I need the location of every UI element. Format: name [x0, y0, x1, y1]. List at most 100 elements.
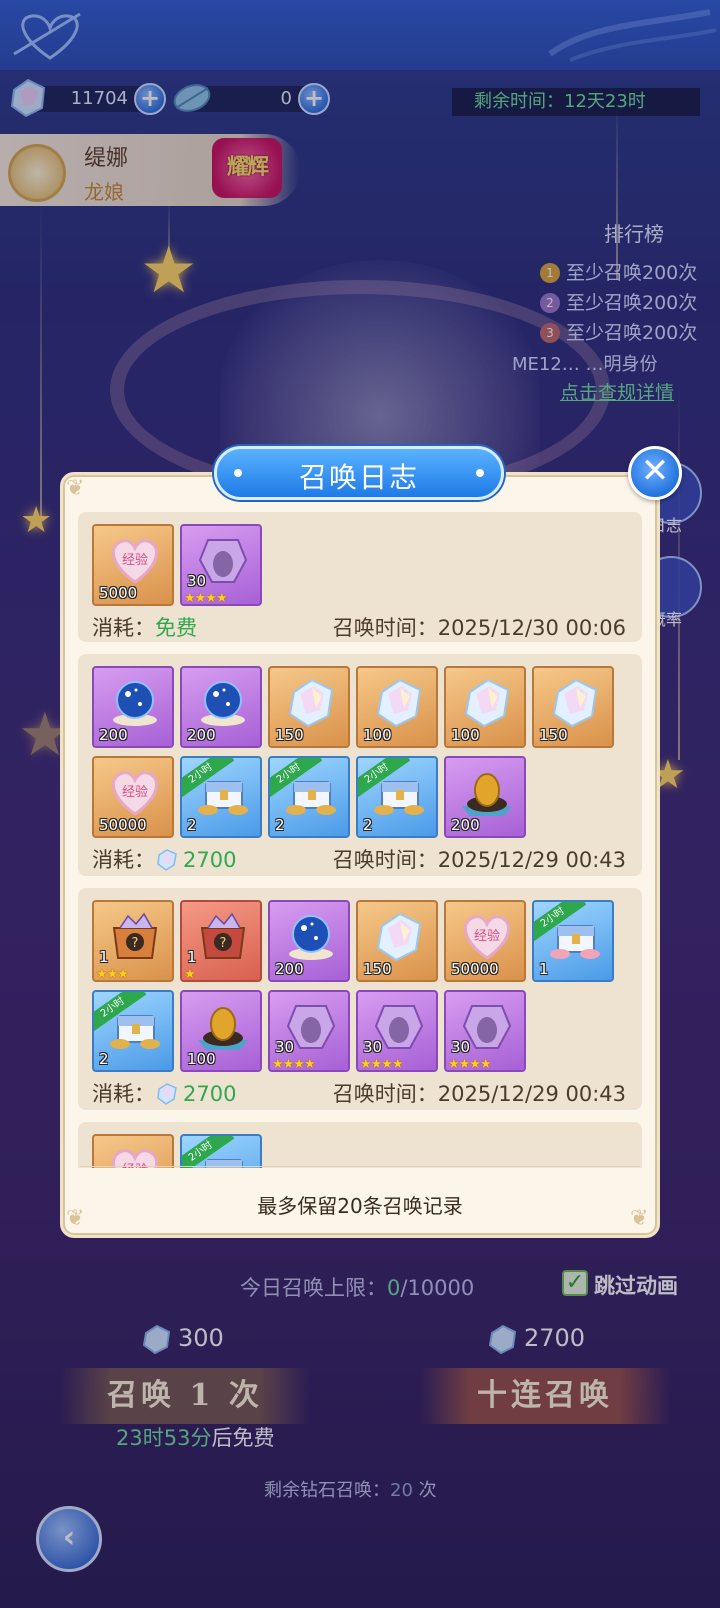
- item-quantity: 150: [275, 726, 304, 744]
- item-quantity: 30: [187, 572, 207, 590]
- reward-item-diamond[interactable]: 150: [532, 666, 614, 748]
- star-orb-icon: [201, 681, 245, 726]
- cost-value: 2700: [183, 1082, 237, 1106]
- summon-time: 召唤时间：2025/12/29 00:43: [333, 844, 626, 874]
- reward-item-mystery-box[interactable]: ? 1 ★★★: [92, 900, 174, 982]
- item-quantity: 2: [99, 1050, 109, 1068]
- cost-label: 消耗：: [92, 1082, 155, 1106]
- svg-text:经验: 经验: [122, 784, 148, 800]
- reward-item-purple-crystal[interactable]: 30 ★★★★: [356, 990, 438, 1072]
- reward-item-diamond[interactable]: 100: [356, 666, 438, 748]
- item-quantity: 100: [451, 726, 480, 744]
- svg-text:经验: 经验: [122, 552, 148, 568]
- reward-item-purple-crystal[interactable]: 30 ★★★★: [268, 990, 350, 1072]
- cost-info: 消耗： 2700: [92, 844, 236, 874]
- reward-item-purple-crystal[interactable]: 30 ★★★★: [444, 990, 526, 1072]
- item-quantity: 1: [539, 960, 549, 978]
- diamond-icon: [157, 1083, 177, 1105]
- reward-item-golden-egg[interactable]: 100: [180, 990, 262, 1072]
- reward-item-exp-heart[interactable]: 经验 50000: [92, 756, 174, 838]
- summon-log-entry: ? 1 ★★★? 1 ★ 200 150 经验 50000 2小时 1 2小时 2 100 30 ★★★★ 30…: [78, 888, 642, 1110]
- reward-item-star-orb[interactable]: 200: [180, 666, 262, 748]
- item-quantity: 100: [187, 1050, 216, 1068]
- cost-info: 消耗：免费: [92, 612, 197, 642]
- svg-text:经验: 经验: [474, 928, 500, 944]
- golden-egg-icon: [462, 773, 512, 816]
- mystery-box-icon: ?: [112, 912, 158, 959]
- item-quantity: 5000: [99, 584, 138, 602]
- exp-heart-icon: 经验: [463, 915, 511, 960]
- reward-item-treasure-chest[interactable]: 2小时 2: [356, 756, 438, 838]
- reward-item-star-orb[interactable]: 200: [268, 900, 350, 982]
- reward-item-diamond[interactable]: 150: [356, 900, 438, 982]
- item-quantity: 30: [451, 1038, 471, 1056]
- summon-time-value: 2025/12/29 00:43: [437, 848, 626, 872]
- item-quantity: 100: [363, 726, 392, 744]
- item-quantity: 200: [187, 726, 216, 744]
- summon-time-label: 召唤时间：: [332, 1082, 438, 1106]
- reward-item-diamond[interactable]: 100: [444, 666, 526, 748]
- item-quantity: 2: [187, 816, 197, 834]
- diamond-icon: [288, 678, 334, 728]
- reward-item-exp-heart[interactable]: 经验 50000: [444, 900, 526, 982]
- reward-item-mystery-box-red[interactable]: ? 1 ★: [180, 900, 262, 982]
- reward-item-treasure-chest[interactable]: 2小时 2: [92, 990, 174, 1072]
- summon-time-label: 召唤时间：: [332, 616, 438, 640]
- item-quantity: 200: [275, 960, 304, 978]
- item-quantity: 50000: [99, 816, 147, 834]
- cost-value: 免费: [155, 616, 197, 640]
- item-quantity: 150: [539, 726, 568, 744]
- cost-label: 消耗：: [92, 848, 155, 872]
- golden-egg-icon: [198, 1007, 248, 1050]
- item-quantity: 200: [99, 726, 128, 744]
- mystery-box-icon: ?: [200, 912, 246, 959]
- summon-time-value: 2025/12/29 00:43: [437, 1082, 626, 1106]
- svg-text:?: ?: [132, 936, 139, 951]
- item-star-rating: ★★★★: [272, 1057, 316, 1072]
- footer-divider: [80, 1166, 640, 1167]
- item-quantity: 200: [451, 816, 480, 834]
- item-quantity: 30: [363, 1038, 383, 1056]
- item-quantity: 2: [275, 816, 285, 834]
- reward-item-exp-heart[interactable]: 经验: [92, 1134, 174, 1168]
- star-orb-icon: [289, 915, 333, 960]
- item-quantity: 2: [363, 816, 373, 834]
- star-orb-icon: [113, 681, 157, 726]
- modal-title: 召唤日志: [298, 461, 419, 494]
- item-quantity: 1: [187, 948, 197, 966]
- reward-item-diamond[interactable]: 150: [268, 666, 350, 748]
- svg-text:?: ?: [220, 936, 227, 951]
- item-quantity: 50000: [451, 960, 499, 978]
- item-star-rating: ★★★: [96, 967, 129, 982]
- item-quantity: 150: [363, 960, 392, 978]
- summon-log-entry: 200 200 150 100 100 150 经验 50000 2小时 2 2小时 2 2小时 2 200…: [78, 654, 642, 876]
- item-quantity: 1: [99, 948, 109, 966]
- summon-time: 召唤时间：2025/12/29 00:43: [333, 1078, 626, 1108]
- exp-heart-icon: 经验: [111, 539, 159, 584]
- exp-heart-icon: 经验: [111, 1149, 159, 1168]
- reward-item-treasure-chest[interactable]: 2小时: [180, 1134, 262, 1168]
- reward-item-star-orb[interactable]: 200: [92, 666, 174, 748]
- summon-log-entry: 经验 5000 30 ★★★★ 消耗：免费 召唤时间：2025/12/30 00:06: [78, 512, 642, 642]
- summon-time-label: 召唤时间：: [332, 848, 438, 872]
- diamond-icon: [464, 678, 510, 728]
- exp-heart-icon: 经验: [111, 771, 159, 816]
- summon-time: 召唤时间：2025/12/30 00:06: [333, 612, 626, 642]
- summon-log-list[interactable]: 经验 5000 30 ★★★★ 消耗：免费 召唤时间：2025/12/30 00:06 20…: [78, 500, 642, 1168]
- reward-item-exp-heart[interactable]: 经验 5000: [92, 524, 174, 606]
- diamond-icon: [376, 678, 422, 728]
- reward-item-purple-crystal[interactable]: 30 ★★★★: [180, 524, 262, 606]
- reward-item-treasure-chest-rose[interactable]: 2小时 1: [532, 900, 614, 982]
- corner-ornament: ❦: [66, 476, 85, 501]
- summon-time-value: 2025/12/30 00:06: [437, 616, 626, 640]
- reward-item-treasure-chest[interactable]: 2小时 2: [180, 756, 262, 838]
- item-star-rating: ★★★★: [448, 1057, 492, 1072]
- diamond-icon: [157, 849, 177, 871]
- item-star-rating: ★★★★: [360, 1057, 404, 1072]
- close-button[interactable]: ✕: [628, 446, 682, 500]
- reward-item-golden-egg[interactable]: 200: [444, 756, 526, 838]
- record-limit-note: 最多保留20条召唤记录: [257, 1194, 463, 1218]
- cost-info: 消耗： 2700: [92, 1078, 236, 1108]
- item-star-rating: ★★★★: [184, 591, 228, 606]
- reward-item-treasure-chest[interactable]: 2小时 2: [268, 756, 350, 838]
